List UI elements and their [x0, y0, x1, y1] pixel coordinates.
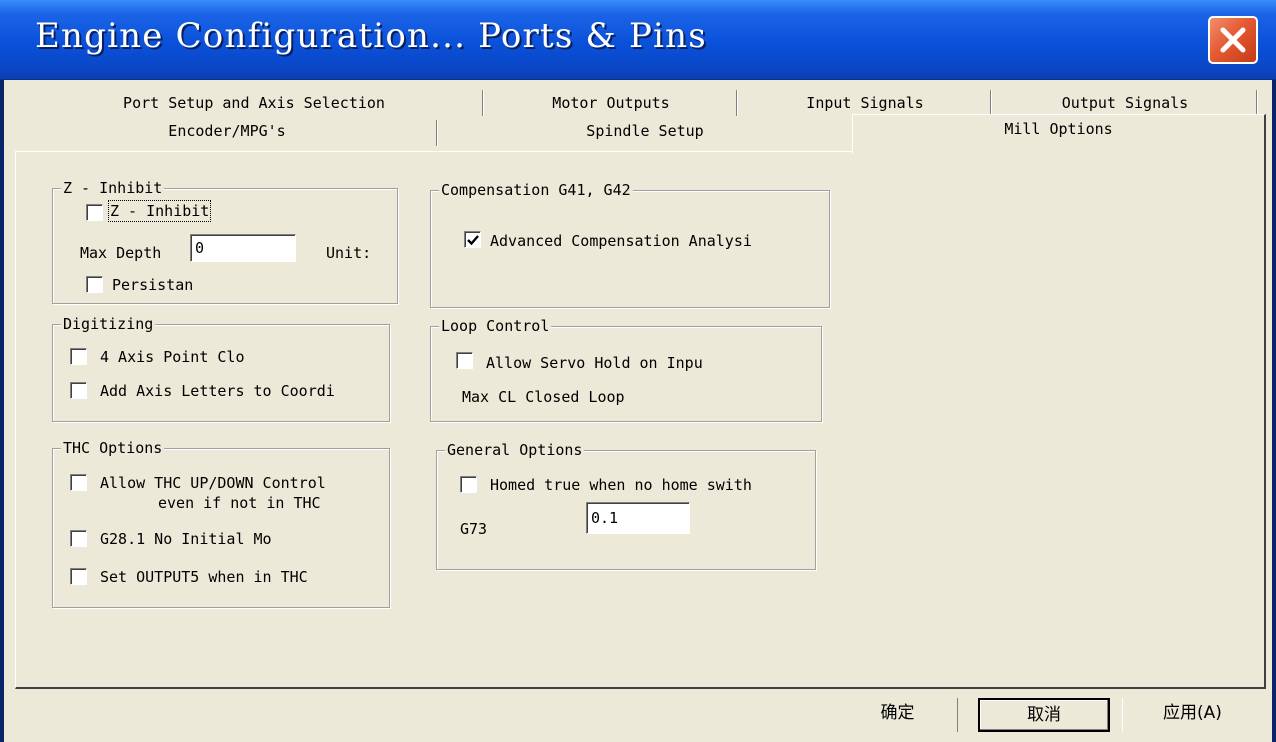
max-depth-input[interactable] [190, 234, 296, 262]
tab-encoder-mpg[interactable]: Encoder/MPG's [18, 118, 436, 146]
tab-label: Port Setup and Axis Selection [123, 94, 385, 112]
group-title: General Options [445, 441, 585, 459]
tab-label: Motor Outputs [552, 94, 670, 112]
digitizing-group: Digitizing [52, 315, 390, 422]
tab-label: Output Signals [1061, 94, 1189, 112]
group-title: Z - Inhibit [61, 179, 165, 197]
tab-divider [436, 120, 438, 146]
group-title: Loop Control [439, 317, 552, 335]
point-cloud-label: 4 Axis Point Clo [100, 348, 245, 366]
tab-label: Input Signals [806, 94, 924, 112]
advanced-compensation-label: Advanced Compensation Analysi [490, 232, 752, 250]
tab-spindle-setup[interactable]: Spindle Setup [440, 118, 850, 146]
tab-mill-options[interactable]: Mill Options [852, 114, 1266, 154]
persistent-label: Persistan [112, 276, 194, 294]
tab-label: Mill Options [1004, 120, 1113, 138]
tab-label: Encoder/MPG's [168, 122, 286, 140]
tab-label: Spindle Setup [586, 122, 704, 140]
point-cloud-checkbox[interactable] [70, 348, 87, 365]
persistent-checkbox[interactable] [86, 276, 103, 293]
cancel-button[interactable]: 取消 [978, 698, 1110, 732]
close-button[interactable] [1208, 16, 1258, 64]
window-title: Engine Configuration... Ports & Pins [35, 16, 707, 56]
loop-control-group: Loop Control [430, 317, 822, 422]
tab-port-setup[interactable]: Port Setup and Axis Selection [26, 90, 482, 118]
title-bar[interactable]: Engine Configuration... Ports & Pins [0, 0, 1276, 80]
max-depth-label: Max Depth [80, 244, 162, 262]
units-label: Unit: [326, 244, 372, 262]
homed-label: Homed true when no home swith [490, 476, 752, 494]
dialog-body: Port Setup and Axis Selection Motor Outp… [4, 80, 1272, 742]
max-cl-label: Max CL Closed Loop [462, 388, 625, 406]
thc-updown-label-line2: even if not in THC [158, 494, 321, 512]
tab-divider [482, 90, 484, 116]
group-title: Digitizing [61, 315, 156, 333]
g73-label: G73 [460, 520, 488, 538]
thc-updown-label-line1: Allow THC UP/DOWN Control [100, 474, 326, 492]
servo-hold-label: Allow Servo Hold on Inpu [486, 354, 703, 372]
advanced-compensation-checkbox[interactable] [464, 231, 481, 248]
tab-divider [990, 90, 992, 116]
tab-motor-outputs[interactable]: Motor Outputs [486, 90, 736, 118]
g28-label: G28.1 No Initial Mo [100, 530, 272, 548]
output5-label: Set OUTPUT5 when in THC [100, 568, 308, 586]
axis-letters-checkbox[interactable] [70, 382, 87, 399]
ok-button[interactable]: 确定 [838, 698, 958, 732]
close-icon [1220, 27, 1246, 53]
dialog-window: Engine Configuration... Ports & Pins Por… [0, 0, 1276, 742]
thc-updown-checkbox[interactable] [70, 474, 87, 491]
axis-letters-label: Add Axis Letters to Coordi [100, 382, 335, 400]
output5-checkbox[interactable] [70, 568, 87, 585]
g73-input[interactable] [586, 502, 690, 534]
group-title: THC Options [61, 439, 165, 457]
checkmark-icon [467, 235, 479, 246]
z-inhibit-checkbox[interactable] [86, 204, 103, 221]
tab-divider [1256, 90, 1258, 116]
tab-divider [736, 90, 738, 116]
group-title: Compensation G41, G42 [439, 181, 633, 199]
homed-checkbox[interactable] [460, 476, 477, 493]
z-inhibit-label: Z - Inhibit [107, 200, 212, 222]
apply-button[interactable]: 应用(A) [1122, 698, 1262, 732]
g28-checkbox[interactable] [70, 530, 87, 547]
servo-hold-checkbox[interactable] [456, 352, 473, 369]
